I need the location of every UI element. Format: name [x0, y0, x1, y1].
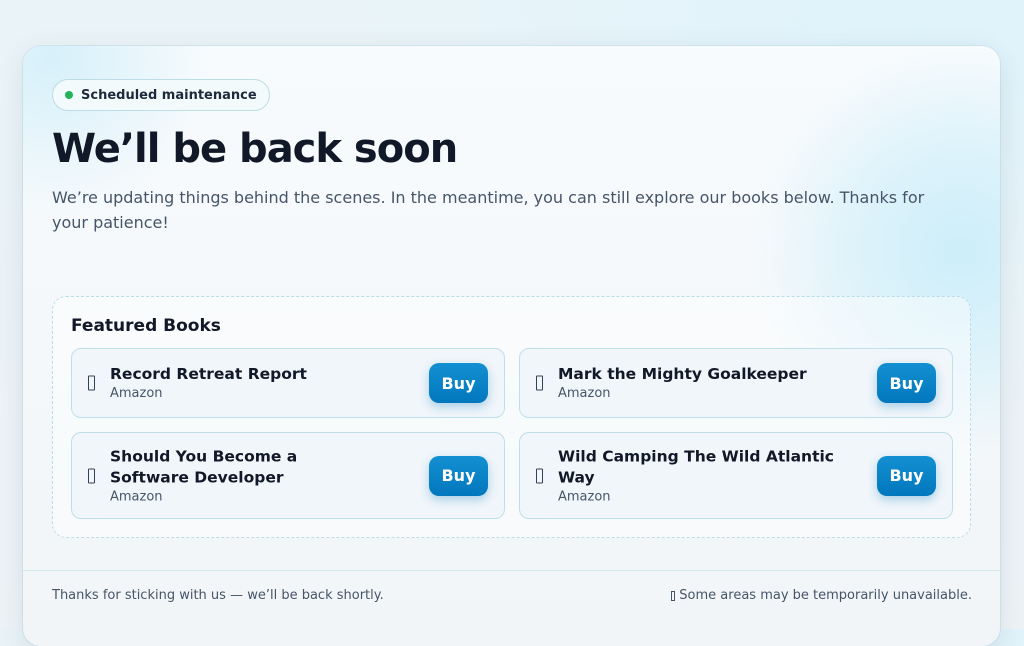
book-icon — [88, 468, 95, 483]
book-icon — [88, 375, 95, 391]
status-badge-label: Scheduled maintenance — [81, 87, 257, 103]
book-source: Amazon — [558, 386, 611, 401]
featured-books-section: Featured Books Record Retreat Report Ama… — [52, 296, 971, 538]
book-source: Amazon — [558, 489, 611, 504]
info-icon — [671, 590, 676, 601]
footer-message: Thanks for sticking with us — we’ll be b… — [52, 588, 384, 603]
book-card: Should You Become a Software Developer A… — [71, 432, 505, 519]
status-dot-icon — [65, 91, 73, 99]
book-title: Wild Camping The Wild Atlantic Way — [558, 447, 834, 486]
buy-button[interactable]: Buy — [877, 363, 936, 403]
book-card: Record Retreat Report Amazon Buy — [71, 348, 505, 418]
footer-notice: Some areas may be temporarily unavailabl… — [671, 588, 972, 603]
book-info: Record Retreat Report Amazon — [110, 364, 380, 402]
book-icon — [536, 375, 543, 391]
maintenance-card: Scheduled maintenance We’ll be back soon… — [23, 46, 1000, 646]
page-subtitle: We’re updating things behind the scenes.… — [52, 188, 925, 232]
book-source: Amazon — [110, 489, 163, 504]
page-footer: Thanks for sticking with us — we’ll be b… — [23, 570, 1000, 630]
book-info: Wild Camping The Wild Atlantic Way Amazo… — [558, 446, 858, 505]
featured-books-heading: Featured Books — [71, 316, 221, 336]
footer-notice-text: Some areas may be temporarily unavailabl… — [679, 588, 972, 603]
book-info: Mark the Mighty Goalkeeper Amazon — [558, 364, 828, 402]
book-title: Record Retreat Report — [110, 365, 307, 383]
page-title: We’ll be back soon — [52, 126, 458, 172]
book-info: Should You Become a Software Developer A… — [110, 446, 380, 505]
book-source: Amazon — [110, 386, 163, 401]
status-badge: Scheduled maintenance — [52, 79, 270, 111]
book-icon — [536, 468, 543, 483]
book-title: Should You Become a Software Developer — [110, 447, 298, 486]
buy-button[interactable]: Buy — [429, 363, 488, 403]
buy-button[interactable]: Buy — [877, 455, 936, 496]
buy-button[interactable]: Buy — [429, 455, 488, 496]
book-title: Mark the Mighty Goalkeeper — [558, 365, 807, 383]
book-card: Wild Camping The Wild Atlantic Way Amazo… — [519, 432, 953, 519]
book-card: Mark the Mighty Goalkeeper Amazon Buy — [519, 348, 953, 418]
